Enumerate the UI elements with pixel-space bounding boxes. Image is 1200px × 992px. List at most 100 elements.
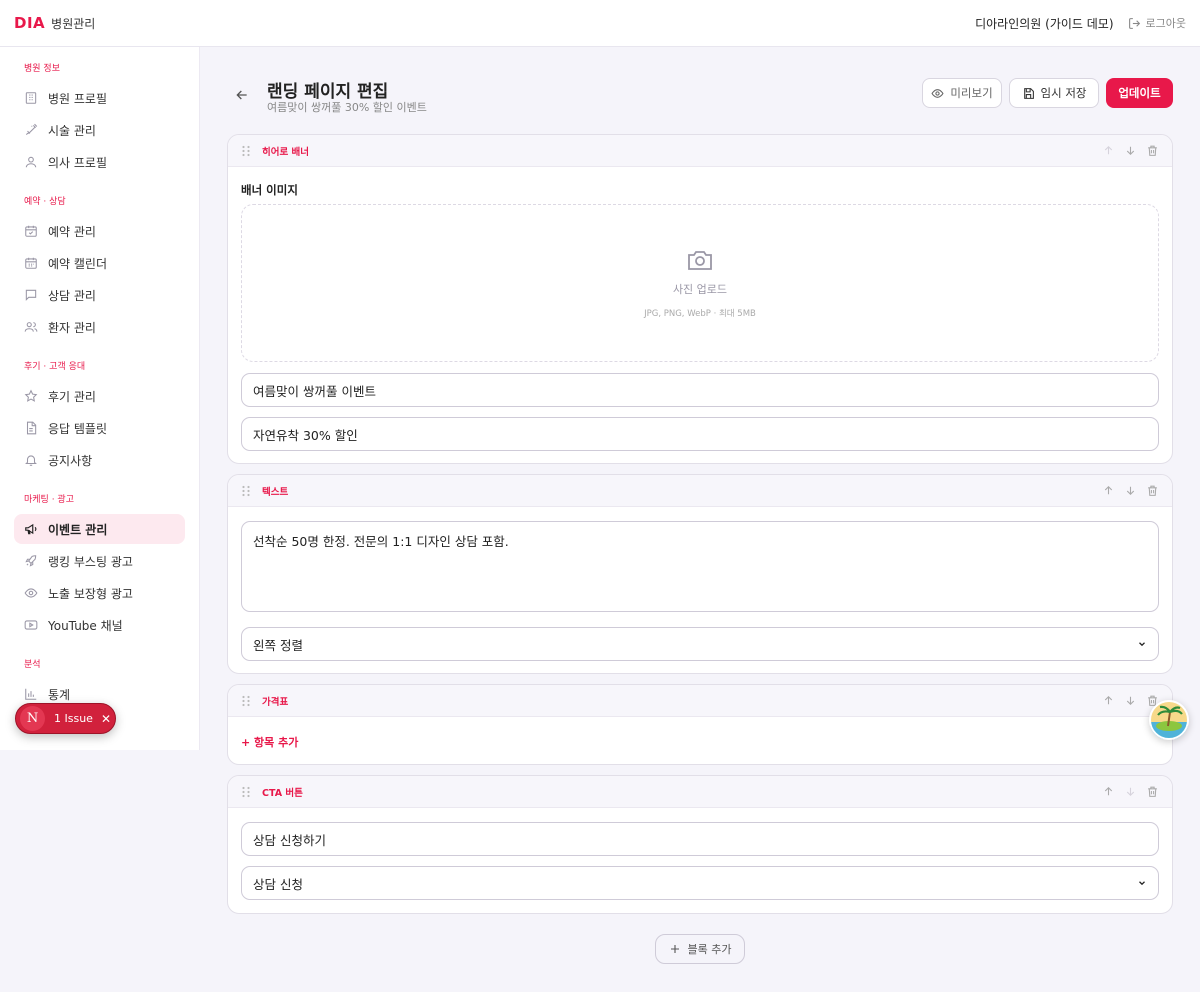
sidebar-item-label: 예약 캘린더 [48, 256, 108, 271]
app-name: 병원관리 [51, 16, 96, 31]
hero-title-input[interactable]: 여름맞이 쌍꺼풀 이벤트 [241, 373, 1159, 407]
chevron-down-icon [1139, 642, 1145, 647]
island-avatar-icon [1149, 700, 1189, 740]
page-subtitle: 여름맞이 쌍꺼풀 30% 할인 이벤트 [267, 101, 427, 114]
preview-button[interactable]: 미리보기 [922, 78, 1002, 108]
drag-handle-icon[interactable] [241, 145, 251, 157]
text-align-select[interactable]: 왼쪽 정렬 [241, 627, 1159, 661]
building-icon [25, 92, 37, 104]
upload-title: 사진 업로드 [672, 282, 728, 296]
hero-banner-block: 히어로 배너 배너 이미지 사진 업로드 JPG, PNG, WebP · 최대… [227, 134, 1173, 464]
block-label: 가격표 [262, 696, 289, 708]
sidebar-item-events[interactable]: 이벤트 관리 [14, 514, 185, 544]
calendar-icon [25, 257, 37, 269]
sidebar-item-notices[interactable]: 공지사항 [14, 445, 185, 475]
nav-group-analytics: 분석 통계 [0, 657, 199, 709]
drag-handle-icon[interactable] [241, 485, 251, 497]
rocket-icon [25, 555, 37, 567]
select-value: 상담 신청 [253, 876, 303, 892]
sidebar-item-label: YouTube 채널 [48, 618, 123, 633]
drag-handle-icon[interactable] [241, 695, 251, 707]
arrow-up-icon[interactable] [1102, 484, 1115, 497]
block-label: 텍스트 [262, 486, 289, 498]
arrow-up-icon[interactable] [1102, 694, 1115, 707]
megaphone-icon [25, 523, 37, 535]
arrow-left-icon [236, 90, 247, 100]
drag-handle-icon[interactable] [241, 786, 251, 798]
text-body-textarea[interactable]: 선착순 50명 한정. 전문의 1:1 디자인 상담 포함. [241, 521, 1159, 612]
sidebar-item-hospital-profile[interactable]: 병원 프로필 [14, 83, 185, 113]
syringe-icon [25, 123, 38, 136]
block-tools [1102, 144, 1159, 157]
users-icon [24, 322, 38, 332]
sidebar-item-doctor-profile[interactable]: 의사 프로필 [14, 147, 185, 177]
assistant-avatar[interactable] [1149, 700, 1189, 740]
sidebar-item-label: 병원 프로필 [48, 91, 108, 106]
star-icon [24, 389, 38, 402]
block-header: 히어로 배너 [228, 135, 1172, 167]
page-header: 랜딩 페이지 편집 여름맞이 쌍꺼풀 30% 할인 이벤트 미리보기 임시 저장… [228, 77, 1173, 117]
sidebar-item-label: 후기 관리 [48, 389, 96, 404]
add-block-button[interactable]: 블록 추가 [655, 934, 745, 964]
cta-text-input[interactable]: 상담 신청하기 [241, 822, 1159, 856]
section-title: 마케팅 · 광고 [24, 495, 74, 505]
play-icon [24, 620, 38, 630]
cta-action-select[interactable]: 상담 신청 [241, 866, 1159, 900]
sidebar-item-templates[interactable]: 응답 템플릿 [14, 413, 185, 443]
trash-icon[interactable] [1146, 785, 1159, 798]
n-logo-icon: N [20, 706, 45, 731]
chevron-down-icon [1139, 881, 1145, 886]
arrow-down-icon[interactable] [1124, 484, 1137, 497]
sidebar-item-patients[interactable]: 환자 관리 [14, 312, 185, 342]
save-icon [1023, 87, 1034, 99]
update-button[interactable]: 업데이트 [1106, 78, 1173, 108]
arrow-up-icon[interactable] [1102, 785, 1115, 798]
sidebar-item-reviews[interactable]: 후기 관리 [14, 381, 185, 411]
user-icon [25, 156, 37, 168]
banner-image-label: 배너 이미지 [241, 183, 298, 197]
section-title: 병원 정보 [24, 64, 60, 74]
arrow-up-icon[interactable] [1102, 144, 1115, 157]
back-button[interactable] [234, 87, 250, 103]
sidebar-item-calendar[interactable]: 예약 캘린더 [14, 248, 185, 278]
draft-save-button[interactable]: 임시 저장 [1009, 78, 1099, 108]
sidebar-item-label: 공지사항 [48, 453, 93, 468]
arrow-down-icon[interactable] [1124, 785, 1137, 798]
text-block: 텍스트 선착순 50명 한정. 전문의 1:1 디자인 상담 포함. 왼쪽 정렬 [227, 474, 1173, 674]
section-title: 후기 · 고객 응대 [24, 362, 86, 372]
block-tools [1102, 484, 1159, 497]
nav-group-marketing: 마케팅 · 광고 이벤트 관리 랭킹 부스팅 광고 노출 보장형 광고 YouT… [0, 492, 199, 640]
close-icon[interactable]: ✕ [101, 712, 111, 726]
sidebar-item-consultations[interactable]: 상담 관리 [14, 280, 185, 310]
logo[interactable]: DIA [14, 14, 45, 32]
sidebar-item-label: 상담 관리 [48, 288, 96, 303]
photo-upload-dropzone[interactable]: 사진 업로드 JPG, PNG, WebP · 최대 5MB [241, 204, 1159, 362]
issue-indicator[interactable]: N 1 Issue ✕ [15, 703, 116, 734]
trash-icon[interactable] [1146, 484, 1159, 497]
logout-label: 로그아웃 [1145, 17, 1186, 30]
sidebar-item-label: 응답 템플릿 [48, 421, 108, 436]
sidebar-item-label: 노출 보장형 광고 [48, 586, 133, 601]
chat-icon [25, 289, 37, 301]
bell-icon [25, 455, 37, 466]
sidebar-item-procedures[interactable]: 시술 관리 [14, 115, 185, 145]
logout-button[interactable]: 로그아웃 [1128, 15, 1186, 31]
trash-icon[interactable] [1146, 144, 1159, 157]
arrow-down-icon[interactable] [1124, 694, 1137, 707]
add-item-button[interactable]: + 항목 추가 [241, 734, 298, 750]
sidebar-item-exposure-ads[interactable]: 노출 보장형 광고 [14, 578, 185, 608]
main-content: 랜딩 페이지 편집 여름맞이 쌍꺼풀 30% 할인 이벤트 미리보기 임시 저장… [200, 47, 1200, 992]
sidebar-item-bookings[interactable]: 예약 관리 [14, 216, 185, 246]
issue-count: 1 Issue [54, 712, 93, 725]
sidebar-item-youtube[interactable]: YouTube 채널 [14, 610, 185, 640]
save-label: 임시 저장 [1040, 86, 1087, 100]
sidebar-item-ranking-ads[interactable]: 랭킹 부스팅 광고 [14, 546, 185, 576]
sidebar-item-label: 환자 관리 [48, 320, 96, 335]
sidebar-item-label: 예약 관리 [48, 224, 96, 239]
logout-icon [1128, 17, 1140, 29]
hero-subtitle-input[interactable]: 자연유착 30% 할인 [241, 417, 1159, 451]
update-label: 업데이트 [1118, 86, 1161, 100]
block-header: 가격표 [228, 685, 1172, 717]
arrow-down-icon[interactable] [1124, 144, 1137, 157]
block-label: CTA 버튼 [262, 787, 303, 799]
